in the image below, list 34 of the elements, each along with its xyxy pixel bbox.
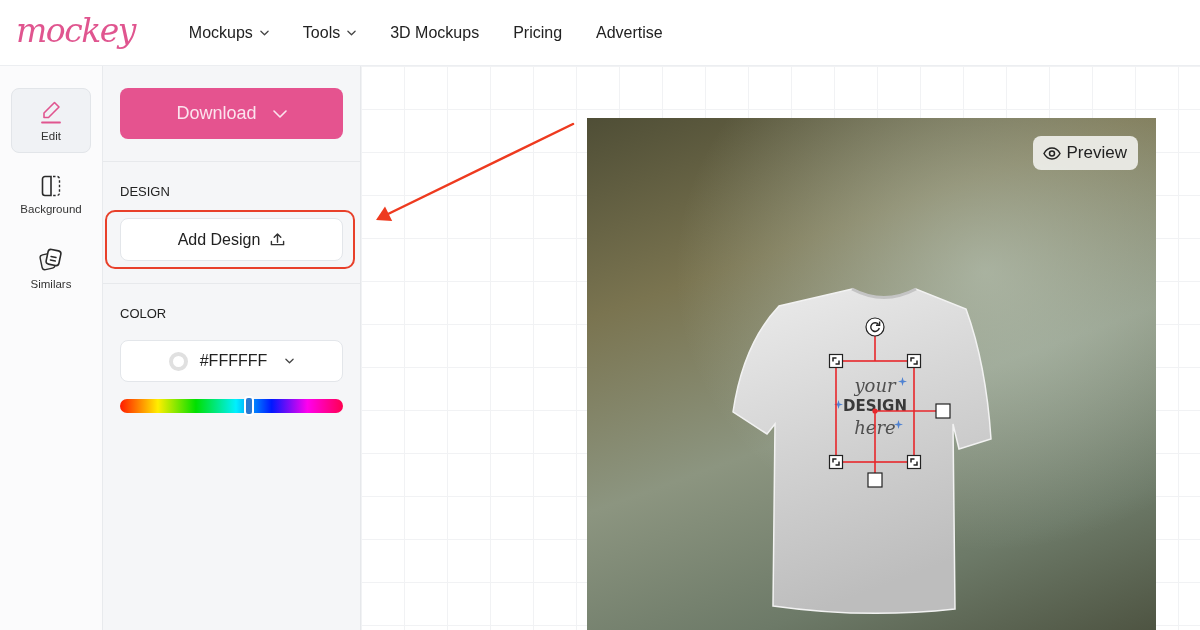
resize-handle[interactable] — [828, 454, 844, 470]
sidebar-tab[interactable]: Edit — [11, 88, 91, 153]
side-handle[interactable] — [867, 472, 883, 488]
side-handle[interactable] — [935, 403, 951, 419]
upload-icon — [270, 232, 286, 247]
sidebar-tab[interactable]: Background — [11, 162, 91, 227]
nav-link[interactable]: Mockups — [188, 22, 269, 43]
rotate-handle[interactable] — [865, 317, 885, 337]
design-text: DESIGN — [843, 396, 907, 417]
sparkle-icon — [834, 400, 843, 409]
half-dashed-rectangle-icon — [40, 174, 62, 197]
eye-icon — [1042, 146, 1061, 160]
add-design-button[interactable]: Add Design — [120, 218, 343, 261]
logo[interactable]: mockey — [16, 10, 135, 55]
preview-button[interactable]: Preview — [1032, 136, 1138, 170]
resize-handle[interactable] — [906, 353, 922, 369]
nav-link[interactable]: 3D Mockups — [390, 22, 480, 43]
nav-link[interactable]: Tools — [302, 22, 357, 43]
stacked-cards-icon — [39, 247, 63, 272]
section-title: DESIGN — [120, 184, 170, 200]
nav-link[interactable]: Advertise — [596, 22, 663, 43]
chevron-down-icon — [285, 358, 295, 364]
hue-slider[interactable] — [120, 399, 343, 413]
sidebar-tab[interactable]: Similars — [11, 236, 91, 301]
slider-thumb[interactable] — [244, 396, 255, 416]
resize-handle[interactable] — [906, 454, 922, 470]
design-text: your — [854, 375, 896, 396]
sparkle-icon — [898, 377, 907, 386]
section-title: COLOR — [120, 306, 167, 322]
pencil-icon — [40, 99, 62, 124]
sparkle-icon — [894, 420, 903, 429]
nav-link[interactable]: Pricing — [513, 22, 563, 43]
resize-handle[interactable] — [828, 353, 844, 369]
color-dropdown[interactable]: #FFFFFF — [120, 340, 343, 382]
